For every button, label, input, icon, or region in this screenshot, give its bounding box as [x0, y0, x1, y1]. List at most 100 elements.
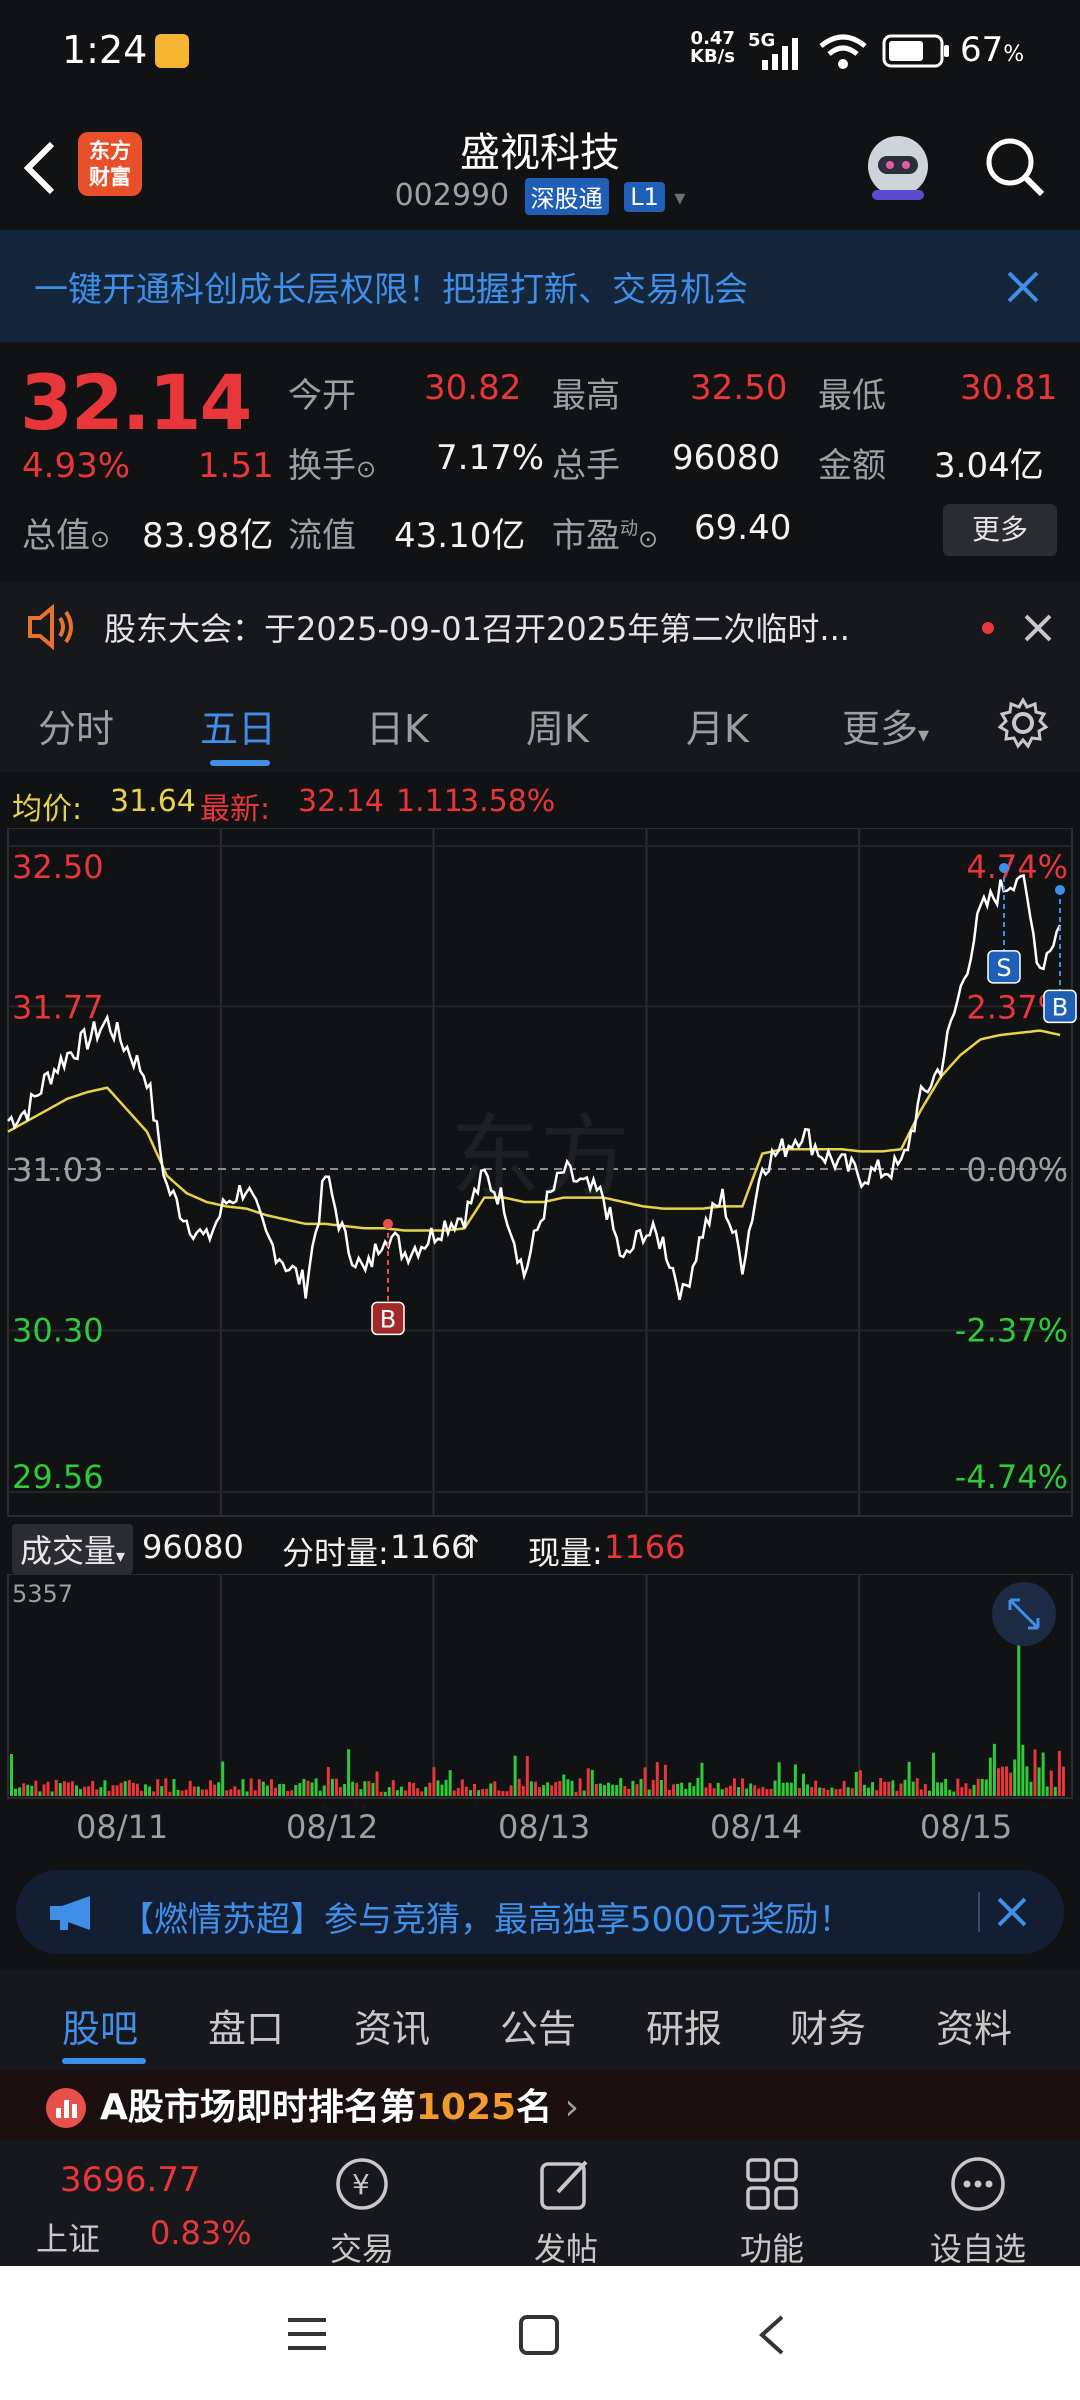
promo-banner[interactable]: 一键开通科创成长层权限！把握打新、交易机会	[0, 230, 1080, 342]
search-icon[interactable]	[982, 134, 1048, 200]
volume-bar	[111, 1785, 115, 1796]
latest-change: 1.11	[396, 784, 463, 819]
float-label: 流值	[288, 516, 356, 556]
volume-bar	[456, 1787, 460, 1796]
post-icon[interactable]	[536, 2154, 596, 2214]
volume-bar	[399, 1786, 403, 1796]
meeting-notice[interactable]: 股东大会：于2025-09-01召开2025年第二次临时...	[0, 582, 1080, 672]
y-tick-right: -4.74%	[955, 1458, 1068, 1496]
trade-icon[interactable]: ¥	[330, 2154, 394, 2214]
menu-icon[interactable]	[286, 2316, 328, 2352]
volume-bar	[720, 1789, 724, 1796]
volume-bar	[10, 1753, 13, 1796]
volume-bar	[139, 1790, 143, 1796]
tab-guba[interactable]: 股吧	[62, 1998, 138, 2053]
volume-bar	[58, 1783, 62, 1796]
rank-bar[interactable]: A股市场即时排名第1025名 ›	[0, 2070, 1080, 2140]
volume-bar	[95, 1789, 99, 1796]
back-nav-icon[interactable]	[756, 2314, 786, 2356]
robot-assistant-icon[interactable]	[858, 126, 938, 206]
tab-news[interactable]: 资讯	[354, 1998, 430, 2053]
volume-indicator-select[interactable]: 成交量▾	[12, 1524, 134, 1574]
tab-research[interactable]: 研报	[646, 1998, 722, 2053]
volume-bar	[1053, 1786, 1057, 1796]
volume-bar	[1009, 1772, 1013, 1796]
volume-total: 96080	[142, 1528, 244, 1566]
tab-five-day[interactable]: 五日	[200, 698, 276, 753]
volume-bar	[862, 1784, 866, 1796]
volume-bar	[936, 1782, 940, 1796]
tab-monthly-k[interactable]: 月K	[686, 698, 749, 753]
volume-bar	[274, 1787, 277, 1796]
nav-add-watchlist[interactable]: 设自选	[898, 2224, 1058, 2270]
five-day-price-chart[interactable]: 东方 32.5031.7731.0330.3029.564.74%2.37%0.…	[0, 828, 1080, 1518]
volume-bar	[156, 1779, 160, 1796]
nav-trade[interactable]: 交易	[282, 2224, 442, 2270]
volume-bar	[505, 1791, 509, 1796]
svg-text:¥: ¥	[352, 2168, 370, 2201]
unread-dot	[982, 622, 994, 634]
volume-chart[interactable]: 5357	[0, 1574, 1080, 1800]
close-ad-icon[interactable]	[996, 1896, 1028, 1928]
volume-bar	[570, 1780, 574, 1796]
index-value[interactable]: 3696.77	[60, 2160, 201, 2200]
volume-bar	[826, 1789, 830, 1796]
volume-bar	[692, 1786, 696, 1796]
tab-order-book[interactable]: 盘口	[208, 1998, 284, 2053]
change-percent: 4.93%	[22, 446, 131, 486]
volume-bar	[213, 1784, 217, 1796]
volume-bar	[38, 1791, 42, 1796]
volume-bar	[814, 1780, 818, 1796]
stock-code: 002990	[394, 178, 510, 213]
functions-icon[interactable]	[742, 2154, 802, 2214]
index-name[interactable]: 上证	[36, 2214, 100, 2260]
volume-bar	[858, 1770, 862, 1796]
tab-profile[interactable]: 资料	[936, 1998, 1012, 2053]
volume-bar	[70, 1781, 74, 1796]
volume-bar	[1029, 1781, 1033, 1796]
settings-gear-icon[interactable]	[996, 696, 1050, 750]
volume-bar	[395, 1790, 399, 1796]
mktcap-label: 总值⊙	[22, 516, 111, 556]
tab-financials[interactable]: 财务	[790, 1998, 866, 2053]
more-button[interactable]: 更多	[943, 504, 1057, 556]
tab-daily-k[interactable]: 日K	[366, 698, 429, 753]
tab-weekly-k[interactable]: 周K	[526, 698, 589, 753]
volume-bar	[623, 1786, 627, 1796]
volume-bar	[225, 1790, 229, 1796]
open-value: 30.82	[424, 368, 522, 408]
volume-bar	[956, 1778, 960, 1796]
volume-bar	[915, 1778, 919, 1796]
tab-intraday[interactable]: 分时	[38, 698, 114, 753]
home-icon[interactable]	[518, 2314, 560, 2356]
current-volume: 1166	[604, 1528, 686, 1566]
volume-bar	[923, 1784, 927, 1796]
volume-bar	[265, 1785, 269, 1796]
tab-announcements[interactable]: 公告	[500, 1998, 576, 2053]
volume-bar	[326, 1767, 330, 1796]
tab-more[interactable]: 更多▾	[842, 698, 929, 753]
volume-bar	[647, 1789, 651, 1796]
volume-bar	[944, 1778, 948, 1796]
nav-functions[interactable]: 功能	[692, 2224, 852, 2270]
index-percent[interactable]: 0.83%	[150, 2214, 252, 2252]
avg-price-line: 均价: 31.64 最新: 32.14 1.11 3.58%	[0, 772, 1080, 828]
volume-bar	[436, 1780, 440, 1796]
volume-label: 总手	[552, 446, 620, 486]
volume-bar	[200, 1789, 204, 1796]
volume-bar	[724, 1787, 728, 1796]
nav-post[interactable]: 发帖	[486, 2224, 646, 2270]
close-icon[interactable]	[1006, 270, 1040, 304]
close-notice-icon[interactable]	[1024, 614, 1052, 642]
volume-bar	[497, 1790, 501, 1796]
volume-bar	[42, 1784, 46, 1796]
more-dots-icon[interactable]	[948, 2154, 1008, 2214]
volume-bar	[26, 1784, 30, 1796]
volume-bar	[452, 1790, 456, 1796]
volume-bar	[269, 1779, 273, 1796]
volume-bar	[343, 1784, 347, 1796]
volume-bar	[684, 1788, 688, 1796]
volume-bar	[964, 1783, 968, 1796]
ad-banner[interactable]: 【燃情苏超】参与竞猜，最高独享5000元奖励！	[16, 1870, 1064, 1954]
volume-bar	[546, 1782, 550, 1796]
